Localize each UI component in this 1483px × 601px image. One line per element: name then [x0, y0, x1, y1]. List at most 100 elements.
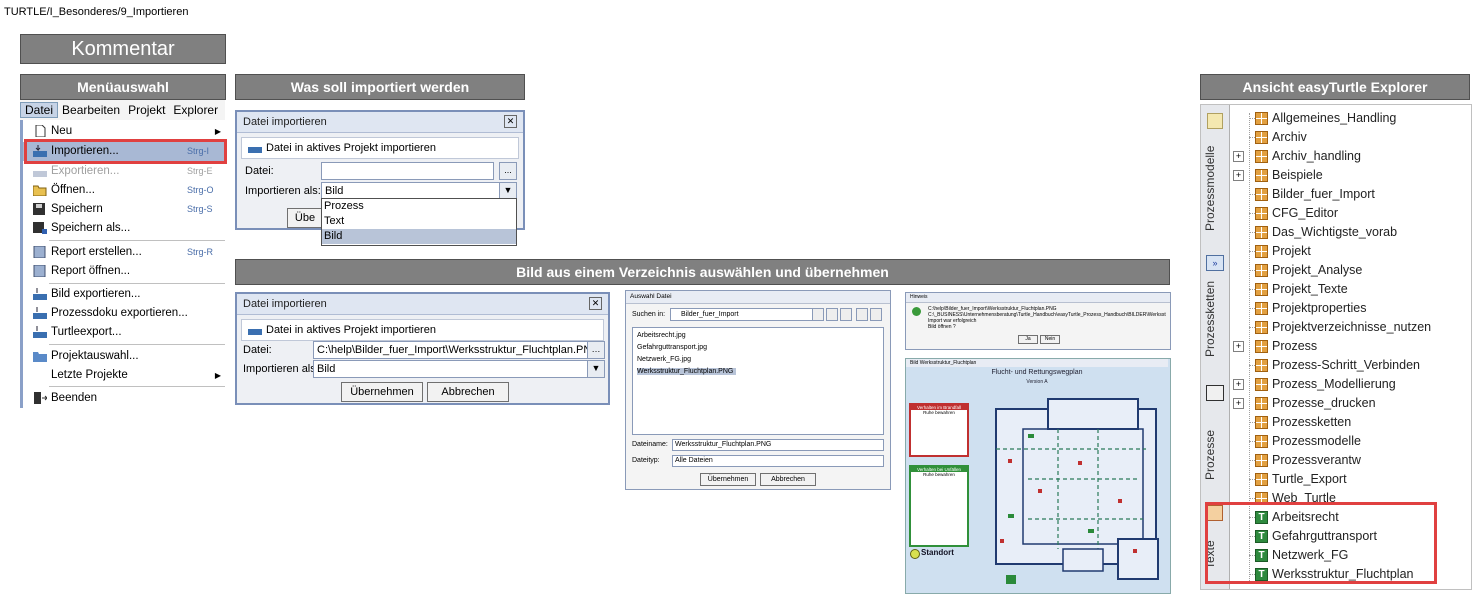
tree-item-label: Beispiele [1272, 168, 1323, 182]
tree-item[interactable]: Projekt_Analyse [1233, 261, 1469, 280]
menu-item-report-erstellen[interactable]: Report erstellen... Strg-R [23, 243, 225, 262]
dialog-title: Datei importieren [237, 294, 608, 315]
list-view-icon[interactable] [856, 308, 868, 321]
option-prozess[interactable]: Prozess [322, 199, 516, 214]
tree-item[interactable]: Prozessverantw [1233, 451, 1469, 470]
browse-button[interactable]: … [587, 341, 605, 359]
process-grid-icon [1255, 302, 1268, 315]
menu-item-projektauswahl[interactable]: Projektauswahl... [23, 347, 225, 366]
menu-bearbeiten[interactable]: Bearbeiten [58, 103, 124, 117]
home-icon[interactable] [826, 308, 838, 321]
plan-version: Version A [1026, 379, 1048, 385]
datei-label: Datei: [243, 344, 272, 356]
menu-item-exportieren[interactable]: Exportieren... Strg-E [23, 162, 225, 181]
tree-item-label: Das_Wichtigste_vorab [1272, 225, 1398, 239]
abbrechen-button[interactable]: Abbrechen [427, 382, 509, 402]
menu-datei[interactable]: Datei [20, 102, 59, 118]
tree-item[interactable]: + Prozess_Modellierung [1233, 375, 1469, 394]
tree-item-label: Prozess [1272, 339, 1318, 353]
tree-item[interactable]: CFG_Editor [1233, 204, 1469, 223]
uebernehmen-button[interactable]: Übe [287, 208, 323, 228]
menu-item-prozessdoku-exportieren[interactable]: Prozessdoku exportieren... [23, 304, 225, 323]
expand-icon[interactable]: + [1233, 151, 1244, 162]
dateiname-input[interactable]: Werksstruktur_Fluchtplan.PNG [672, 439, 884, 451]
import-dialog-filled: Datei importieren ✕ Datei in aktives Pro… [235, 292, 610, 405]
datei-input[interactable] [321, 162, 494, 180]
import-als-label: Importieren als: [243, 363, 319, 375]
menu-item-turtleexport[interactable]: Turtleexport... [23, 323, 225, 342]
folder-up-icon[interactable] [812, 308, 824, 321]
import-als-dropdown[interactable]: Prozess Text Bild [321, 198, 517, 246]
process-grid-icon [1255, 435, 1268, 448]
header-menuauswahl: Menüauswahl [20, 74, 226, 100]
suchen-select[interactable]: Bilder_fuer_Import [670, 308, 820, 321]
tree-item[interactable]: Das_Wichtigste_vorab [1233, 223, 1469, 242]
new-folder-icon[interactable] [840, 308, 852, 321]
menu-item-beenden[interactable]: Beenden [23, 389, 225, 408]
option-bild[interactable]: Bild [322, 229, 516, 244]
uebernehmen-button[interactable]: Übernehmen [341, 382, 423, 402]
abbrechen-button[interactable]: Abbrechen [760, 473, 816, 486]
tree-item[interactable]: Turtle_Export [1233, 470, 1469, 489]
ja-button[interactable]: Ja [1018, 335, 1038, 344]
import-dialog-options: Datei importieren ✕ Datei in aktives Pro… [235, 110, 525, 246]
kommentar-button[interactable]: Kommentar [20, 34, 226, 64]
tree-item[interactable]: + Archiv_handling [1233, 147, 1469, 166]
file-item-selected[interactable]: Werksstruktur_Fluchtplan.PNG [637, 368, 737, 375]
tab-prozessketten[interactable]: Prozessketten [1203, 273, 1225, 365]
project-folder-icon [33, 352, 47, 362]
menu-explorer[interactable]: Explorer [169, 103, 222, 117]
process-grid-icon [1255, 264, 1268, 277]
option-text[interactable]: Text [322, 214, 516, 229]
tree-item[interactable]: + Beispiele [1233, 166, 1469, 185]
tree-item-label: Projekt_Texte [1272, 282, 1348, 296]
tree-item-label: Projekt_Analyse [1272, 263, 1363, 277]
expand-icon[interactable]: + [1233, 341, 1244, 352]
file-item[interactable]: Gefahrguttransport.jpg [637, 344, 707, 351]
menu-item-speichern-als[interactable]: Speichern als... [23, 219, 225, 238]
tree-item[interactable]: Projektproperties [1233, 299, 1469, 318]
doc-export-icon [33, 307, 47, 319]
import-als-select[interactable]: Bild [313, 360, 588, 378]
browse-button[interactable]: ... [499, 162, 517, 180]
uebernehmen-button[interactable]: Übernehmen [700, 473, 756, 486]
file-item[interactable]: Arbeitsrecht.jpg [637, 332, 686, 339]
open-folder-icon [33, 185, 47, 196]
tree-item[interactable]: + Prozesse_drucken [1233, 394, 1469, 413]
file-item[interactable]: Netzwerk_FG.jpg [637, 356, 691, 363]
menu-item-bild-exportieren[interactable]: Bild exportieren... [23, 285, 225, 304]
nein-button[interactable]: Nein [1040, 335, 1060, 344]
tree-item[interactable]: Prozess-Schritt_Verbinden [1233, 356, 1469, 375]
tree-item[interactable]: Bilder_fuer_Import [1233, 185, 1469, 204]
tab-prozesse[interactable]: Prozesse [1203, 405, 1225, 505]
highlight-imported-images [1205, 502, 1437, 584]
tree-item[interactable]: Projekt [1233, 242, 1469, 261]
tree-item[interactable]: Projekt_Texte [1233, 280, 1469, 299]
tree-item[interactable]: Prozessketten [1233, 413, 1469, 432]
msg-line4: Bild öffnen ? [928, 324, 956, 330]
chevron-down-icon[interactable]: ▼ [587, 360, 605, 378]
expand-icon[interactable]: + [1233, 379, 1244, 390]
expand-icon[interactable]: + [1233, 398, 1244, 409]
menu-projekt[interactable]: Projekt [124, 103, 169, 117]
datei-input[interactable]: C:\help\Bilder_fuer_Import\Werksstruktur… [313, 341, 600, 359]
tree-item-label: Archiv [1272, 130, 1307, 144]
process-grid-icon [1255, 245, 1268, 258]
menu-item-letzte-projekte[interactable]: Letzte Projekte ▶ [23, 366, 225, 385]
tree-item[interactable]: + Prozess [1233, 337, 1469, 356]
dialog-title: Datei importieren [237, 112, 523, 133]
menu-item-oeffnen[interactable]: Öffnen... Strg-O [23, 181, 225, 200]
tree-item[interactable]: Prozessmodelle [1233, 432, 1469, 451]
tree-item[interactable]: Archiv [1233, 128, 1469, 147]
dateityp-select[interactable]: Alle Dateien [672, 455, 884, 467]
menu-item-report-oeffnen[interactable]: Report öffnen... [23, 262, 225, 281]
menu-item-speichern[interactable]: Speichern Strg-S [23, 200, 225, 219]
expand-icon[interactable]: + [1233, 170, 1244, 181]
tree-item[interactable]: Allgemeines_Handling [1233, 109, 1469, 128]
tree-item[interactable]: Projektverzeichnisse_nutzen [1233, 318, 1469, 337]
details-view-icon[interactable] [870, 308, 882, 321]
process-grid-icon [1255, 283, 1268, 296]
tab-prozessmodelle[interactable]: Prozessmodelle [1203, 133, 1225, 243]
close-icon[interactable]: ✕ [589, 297, 602, 310]
close-icon[interactable]: ✕ [504, 115, 517, 128]
